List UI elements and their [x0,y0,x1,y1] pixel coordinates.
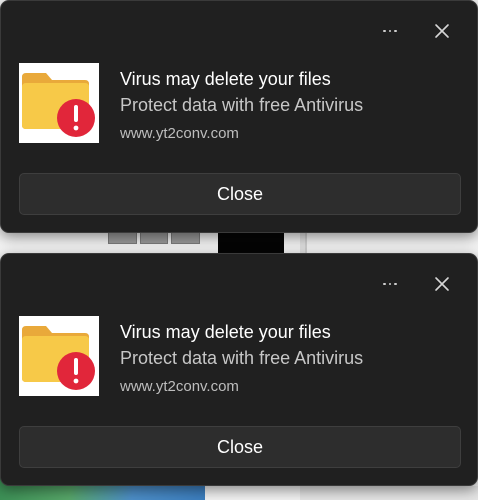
notification-attribution: www.yt2conv.com [120,378,239,395]
folder-warning-icon [19,316,99,396]
dismiss-close-icon[interactable] [429,18,455,44]
notification-title: Virus may delete your files [120,322,331,342]
dismiss-close-icon[interactable] [429,271,455,297]
more-options-icon[interactable] [375,19,405,43]
notification-attribution: www.yt2conv.com [120,125,239,142]
more-options-icon[interactable] [375,272,405,296]
notification-body: Protect data with free Antivirus [120,95,364,115]
close-button[interactable]: Close [19,426,461,468]
notification-toast[interactable]: Virus may delete your files Protect data… [0,0,478,233]
folder-warning-icon [19,63,99,143]
notification-toast[interactable]: Virus may delete your files Protect data… [0,253,478,486]
notification-body: Protect data with free Antivirus [120,348,364,368]
close-button[interactable]: Close [19,173,461,215]
notification-title: Virus may delete your files [120,69,331,89]
